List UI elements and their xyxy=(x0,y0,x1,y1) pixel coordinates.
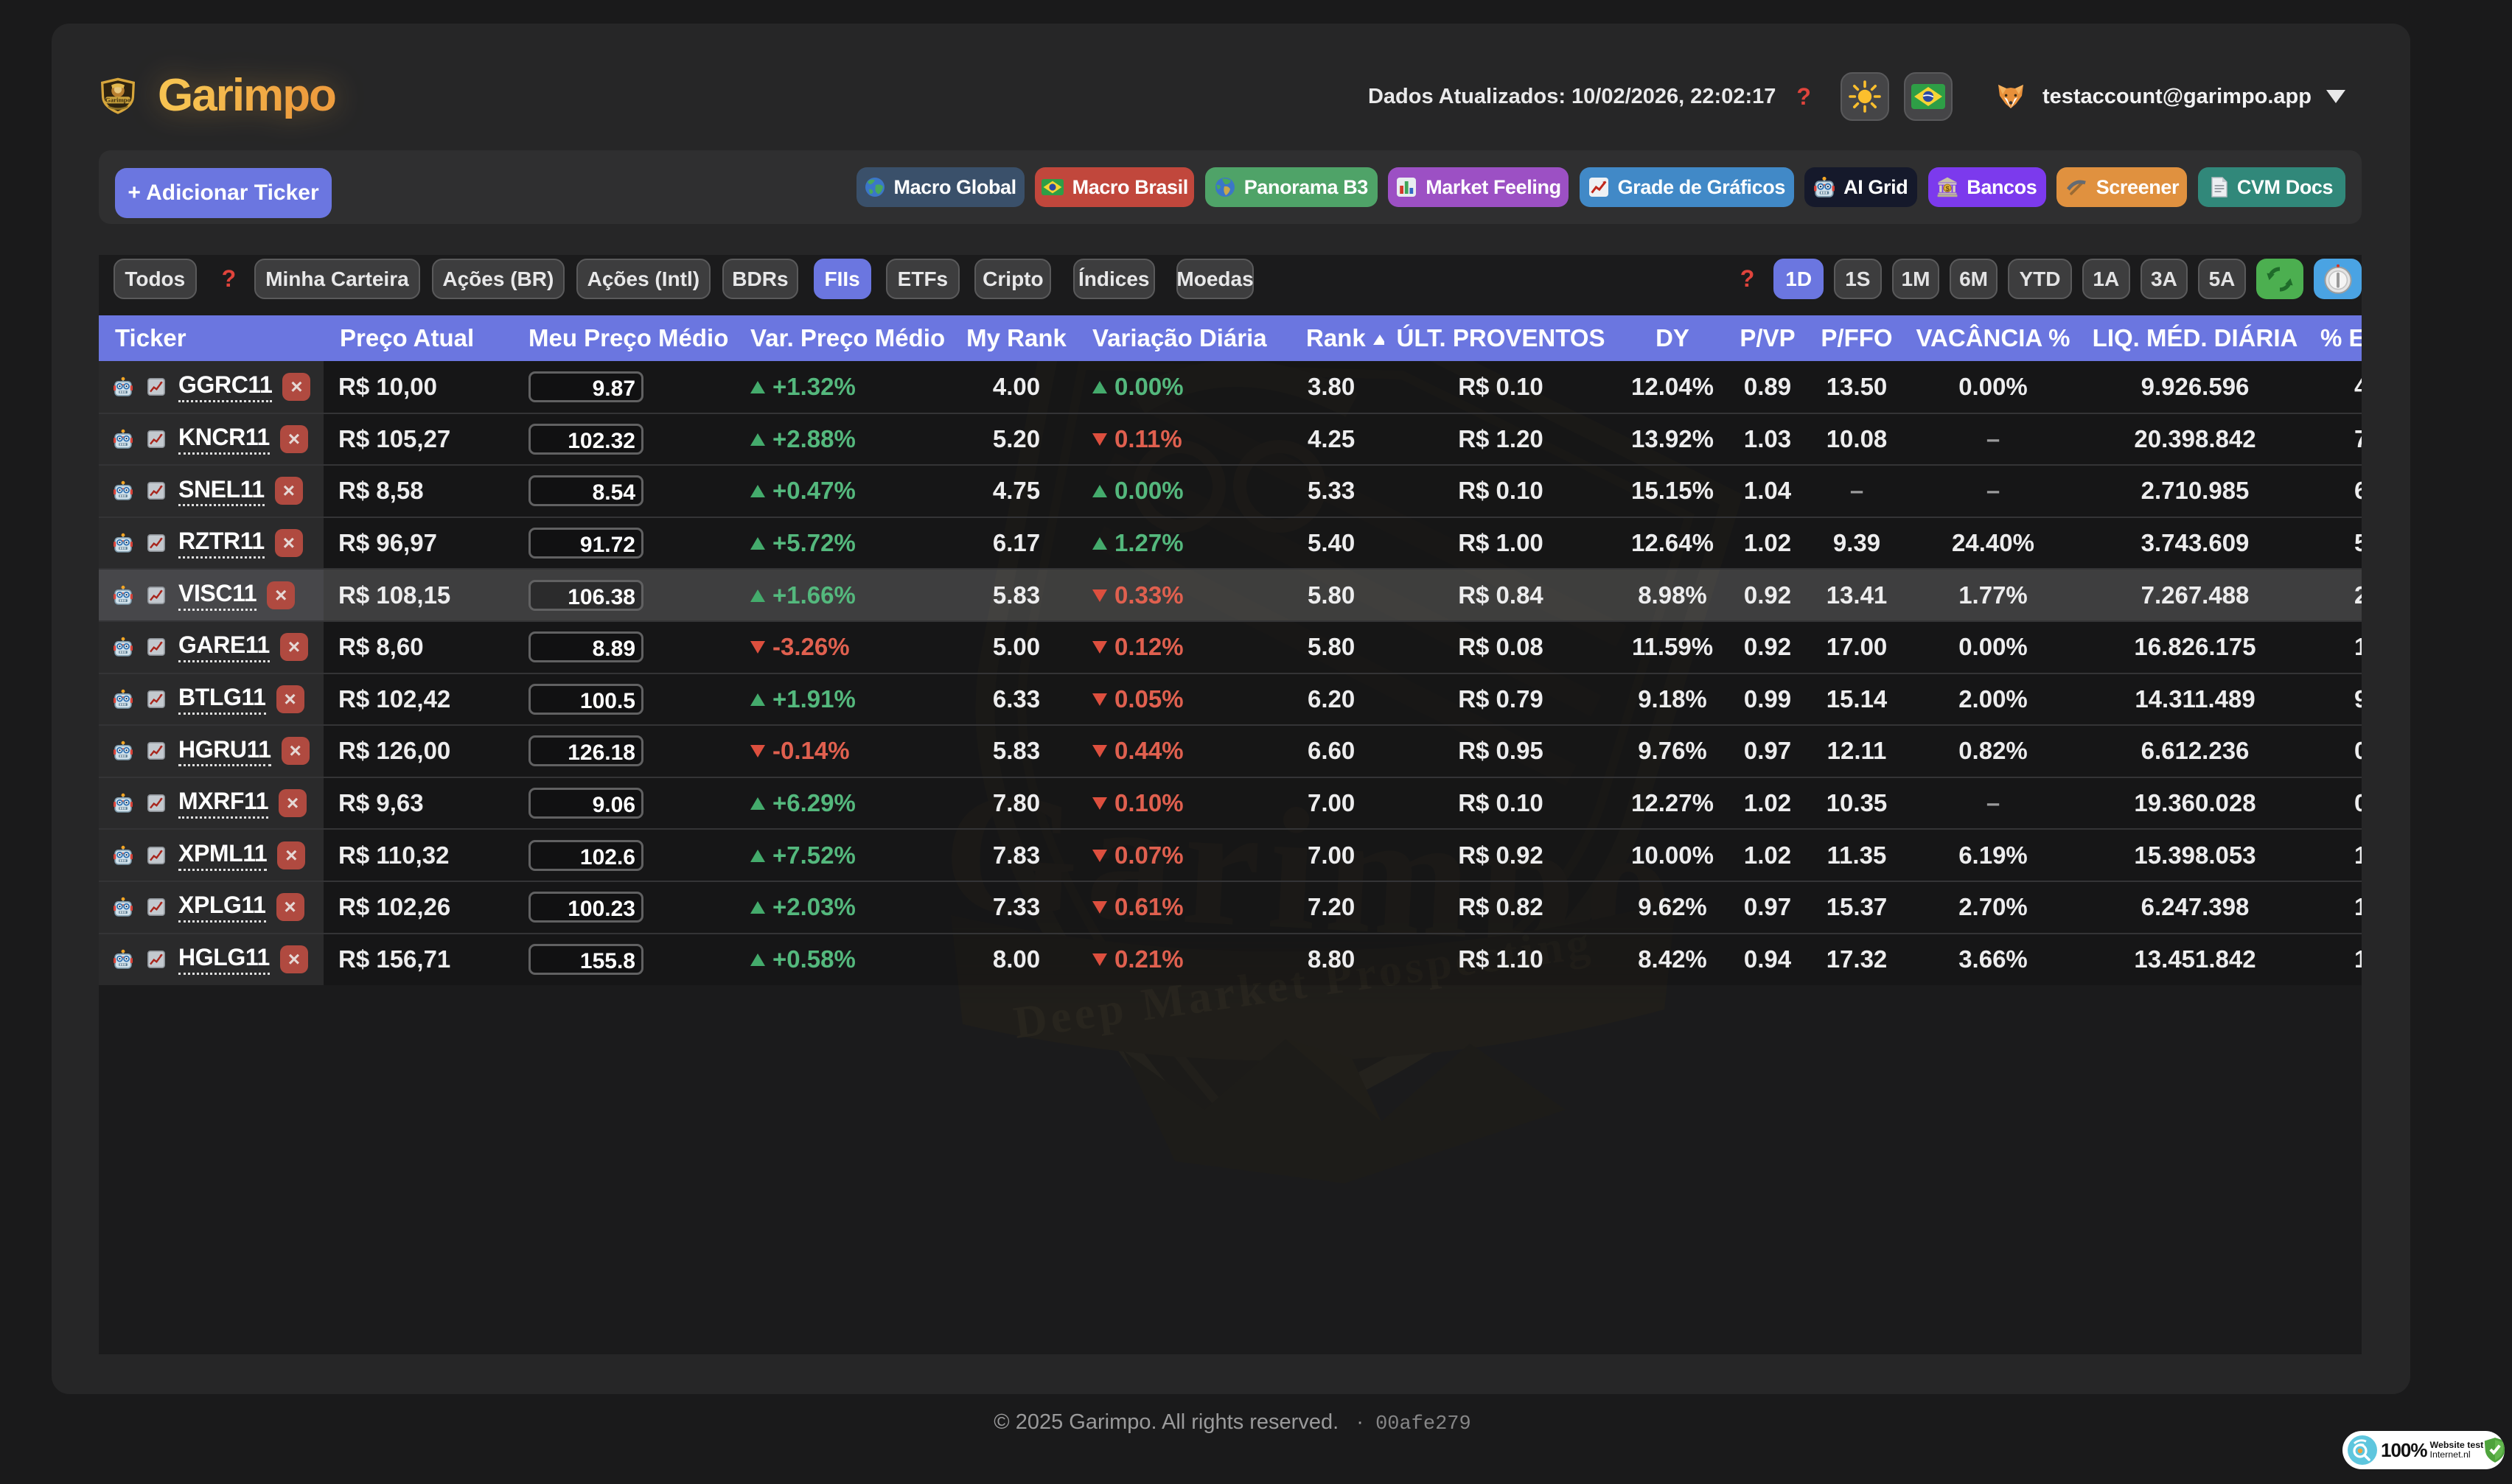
svg-text:Garimpo: Garimpo xyxy=(105,96,131,103)
